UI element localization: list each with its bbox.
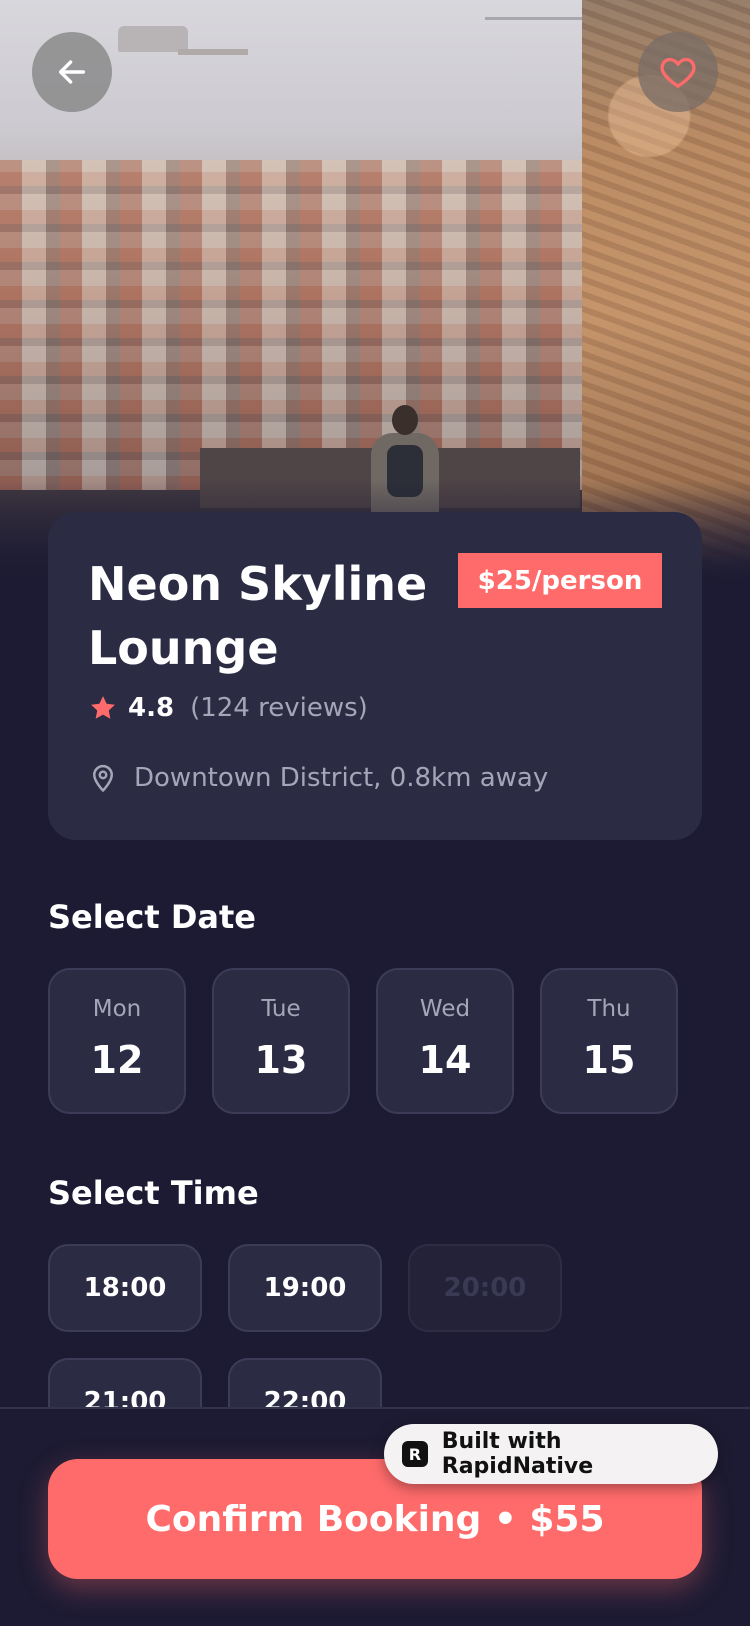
heart-icon bbox=[660, 57, 696, 88]
rating-value: 4.8 bbox=[128, 693, 175, 723]
venue-info-card: Neon Skyline Lounge $25/person 4.8 (124 … bbox=[48, 512, 702, 840]
rating-row: 4.8 (124 reviews) bbox=[88, 688, 368, 728]
date-day: 13 bbox=[254, 1038, 308, 1082]
hero-image bbox=[0, 0, 750, 580]
location-text: Downtown District, 0.8km away bbox=[134, 763, 549, 793]
date-day: 15 bbox=[582, 1038, 636, 1082]
star-icon bbox=[91, 696, 115, 719]
person-head bbox=[392, 405, 418, 435]
far-shore bbox=[485, 17, 590, 20]
arrow-left-icon bbox=[58, 60, 86, 84]
date-weekday: Wed bbox=[419, 996, 471, 1022]
back-button[interactable] bbox=[32, 32, 112, 112]
built-with-badge[interactable]: R Built with RapidNative bbox=[384, 1424, 718, 1484]
time-slot-1900[interactable]: 19:00 bbox=[228, 1244, 382, 1332]
date-option-mon[interactable]: Mon 12 bbox=[48, 968, 186, 1114]
date-weekday: Tue bbox=[261, 996, 301, 1022]
date-day: 12 bbox=[90, 1038, 144, 1082]
rapidnative-logo-icon: R bbox=[402, 1441, 428, 1467]
town-rooftops bbox=[0, 160, 600, 490]
select-date-heading: Select Date bbox=[48, 898, 256, 936]
time-slot-2000-unavailable: 20:00 bbox=[408, 1244, 562, 1332]
date-option-wed[interactable]: Wed 14 bbox=[376, 968, 514, 1114]
price-badge: $25/person bbox=[458, 553, 662, 608]
date-option-tue[interactable]: Tue 13 bbox=[212, 968, 350, 1114]
pier bbox=[178, 49, 248, 55]
venue-title: Neon Skyline Lounge bbox=[88, 557, 428, 675]
favorite-button[interactable] bbox=[638, 32, 718, 112]
map-pin-icon bbox=[93, 764, 113, 792]
time-slot-2200[interactable]: 22:00 bbox=[228, 1358, 382, 1407]
time-slot-2100[interactable]: 21:00 bbox=[48, 1358, 202, 1407]
date-day: 14 bbox=[418, 1038, 472, 1082]
date-weekday: Mon bbox=[92, 996, 142, 1022]
date-weekday: Thu bbox=[587, 996, 631, 1022]
date-option-thu[interactable]: Thu 15 bbox=[540, 968, 678, 1114]
review-count: (124 reviews) bbox=[190, 693, 368, 723]
time-slot-list[interactable]: 18:00 19:00 20:00 21:00 22:00 bbox=[0, 1240, 750, 1407]
time-slot-1800[interactable]: 18:00 bbox=[48, 1244, 202, 1332]
select-time-heading: Select Time bbox=[48, 1174, 259, 1212]
location-row: Downtown District, 0.8km away bbox=[88, 758, 548, 798]
built-with-label: Built with RapidNative bbox=[441, 1429, 594, 1479]
